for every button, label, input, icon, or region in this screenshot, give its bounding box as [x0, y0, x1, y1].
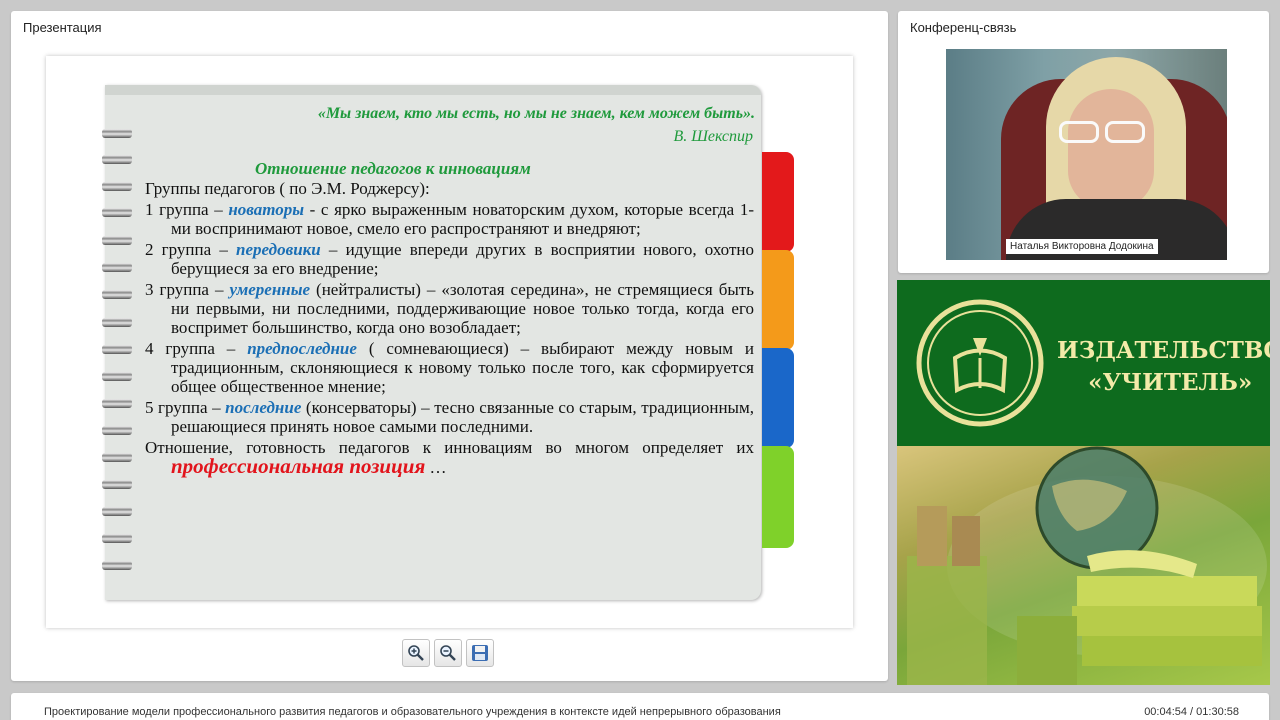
group-keyword: умеренные: [229, 280, 311, 299]
slide-intro: Группы педагогов ( по Э.М. Роджерсу):: [145, 179, 430, 198]
speaker-video[interactable]: Наталья Викторовна Додокина: [946, 49, 1227, 260]
publisher-banner-header: ИЗДАТЕЛЬСТВО «УЧИТЕЛЬ»: [897, 280, 1270, 446]
save-button[interactable]: [466, 639, 494, 667]
group-lead: 4 группа –: [145, 339, 248, 358]
group-lead: 5 группа –: [145, 398, 226, 417]
webinar-title: Проектирование модели профессионального …: [44, 706, 781, 718]
group-lead: 2 группа –: [145, 240, 237, 259]
publisher-logo-icon: [916, 299, 1044, 427]
slide-conclusion: Отношение, готовность педагогов к иннова…: [145, 438, 754, 477]
slide-quote: «Мы знаем, кто мы есть, но мы не знаем, …: [317, 105, 755, 122]
conclusion-emphasis: профессиональная позиция: [171, 454, 426, 478]
group-keyword: передовики: [236, 240, 321, 259]
banner-photo: [897, 446, 1270, 685]
playback-time: 00:04:54 / 01:30:58: [1144, 706, 1239, 718]
presentation-panel-title: Презентация: [23, 20, 102, 35]
tab-green: [762, 446, 794, 548]
conclusion-ellipsis: …: [425, 458, 447, 477]
publisher-title-line2: «УЧИТЕЛЬ»: [1088, 369, 1253, 396]
conference-panel: Конференц-связь Наталья Викторовна Додок…: [898, 11, 1269, 273]
save-icon: [472, 645, 488, 661]
group-item: 1 группа – новаторы - с ярко выраженным …: [145, 200, 754, 238]
books-globe-illustration: [907, 446, 1267, 685]
speaker-name-tag: Наталья Викторовна Додокина: [1006, 239, 1158, 254]
conference-panel-title: Конференц-связь: [910, 20, 1017, 35]
tab-orange: [762, 250, 794, 350]
slide-quote-author: В. Шекспир: [673, 128, 753, 145]
video-glasses: [1059, 121, 1147, 145]
slide-color-tabs: [762, 152, 794, 548]
video-face: [1068, 89, 1154, 209]
group-item: 4 группа – предпоследние ( сомневающиеся…: [145, 339, 754, 396]
tab-red: [762, 152, 794, 252]
slide-top-strip: [105, 85, 761, 95]
zoom-out-icon: [440, 645, 456, 661]
slide-heading: Отношение педагогов к инновациям: [255, 159, 531, 178]
zoom-out-button[interactable]: [434, 639, 462, 667]
slide: «Мы знаем, кто мы есть, но мы не знаем, …: [105, 85, 761, 600]
bottom-bar: Проектирование модели профессионального …: [11, 693, 1269, 720]
publisher-banner[interactable]: ИЗДАТЕЛЬСТВО «УЧИТЕЛЬ»: [897, 280, 1270, 685]
slide-toolbar: [402, 639, 494, 667]
group-keyword: новаторы: [228, 200, 305, 219]
publisher-title-line1: ИЗДАТЕЛЬСТВО: [1057, 337, 1270, 364]
group-keyword: последние: [225, 398, 302, 417]
zoom-in-button[interactable]: [402, 639, 430, 667]
slide-frame: «Мы знаем, кто мы есть, но мы не знаем, …: [46, 56, 853, 628]
publisher-title: ИЗДАТЕЛЬСТВО «УЧИТЕЛЬ»: [1057, 335, 1270, 399]
tab-blue: [762, 348, 794, 448]
group-lead: 1 группа –: [145, 200, 229, 219]
group-keyword: предпоследние: [247, 339, 357, 358]
presentation-panel: Презентация «Мы знаем, кто мы есть, но м…: [11, 11, 888, 681]
zoom-in-icon: [408, 645, 424, 661]
group-item: 5 группа – последние (консерваторы) – те…: [145, 398, 754, 436]
slide-body: Группы педагогов ( по Э.М. Роджерсу): 1 …: [145, 179, 754, 479]
group-item: 2 группа – передовики – идущие впереди д…: [145, 240, 754, 278]
group-lead: 3 группа –: [145, 280, 230, 299]
group-item: 3 группа – умеренные (нейтралисты) – «зо…: [145, 280, 754, 337]
